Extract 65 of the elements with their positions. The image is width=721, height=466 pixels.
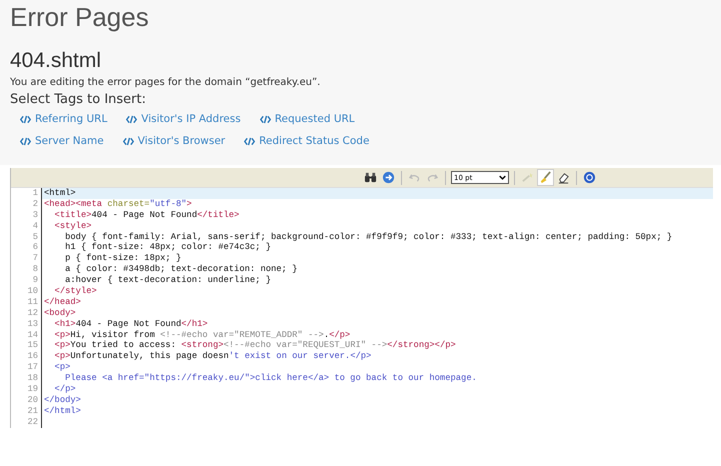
line-number: 10: [11, 286, 42, 297]
insert-tag-link[interactable]: Visitor's Browser: [122, 135, 226, 147]
code-icon: [122, 136, 134, 146]
code-line: </style>: [54, 286, 97, 297]
insert-tag-link[interactable]: Visitor's IP Address: [126, 113, 241, 125]
line-number: 13: [11, 318, 42, 330]
code-line: h1 { font-size: 48px; color: #e74c3c; }: [64, 242, 271, 254]
line-number: 4: [11, 220, 42, 232]
code-line: </head>: [43, 296, 81, 308]
line-number: 7: [11, 253, 42, 264]
code-line: <p>: [54, 362, 70, 374]
insert-tag-link[interactable]: Server Name: [20, 135, 104, 147]
code-line: <html>: [43, 188, 76, 199]
file-name: 404.shtml: [10, 49, 102, 73]
code-line: <body>: [43, 308, 76, 319]
code-icon: [20, 114, 31, 124]
line-number: 20: [11, 394, 42, 406]
line-number: 21: [11, 406, 42, 417]
brush-icon[interactable]: [538, 170, 553, 185]
line-number: 6: [11, 242, 42, 254]
code-line: </p>: [54, 384, 76, 395]
line-number: 18: [11, 373, 42, 384]
code-line: </body>: [43, 394, 81, 406]
line-number: 22: [11, 416, 42, 428]
code-line: Please <a href="https://freaky.eu/">click here</a> to go back to our homepage.: [64, 373, 477, 384]
line-number: 15: [11, 340, 42, 352]
code-line: a { color: #3498db; text-decoration: none; }: [64, 264, 298, 276]
tags-heading: Select Tags to Insert:: [10, 92, 147, 107]
line-number: 14: [11, 330, 42, 340]
code-line: <p>You tried to access: <strong><!--#echo var="REQUEST_URI" --></strong></p>: [54, 340, 456, 352]
code-icon: [260, 114, 271, 124]
code-line: <style>: [54, 220, 92, 232]
line-number: 3: [11, 210, 42, 221]
help-icon[interactable]: [582, 170, 597, 185]
insert-tag-link[interactable]: Requested URL: [260, 113, 355, 125]
code-line: <head><meta charset="utf-8">: [43, 198, 192, 210]
code-line: a:hover { text-decoration: underline; }: [64, 275, 271, 286]
code-editor[interactable]: [10, 168, 713, 428]
code-line: p { font-size: 18px; }: [64, 253, 182, 264]
code-line: <title>404 - Page Not Found</title>: [54, 210, 240, 221]
go-icon[interactable]: [381, 170, 396, 185]
line-number: 5: [11, 232, 42, 242]
caret-icon: [499, 175, 506, 180]
code-icon: [244, 136, 256, 146]
line-number: 8: [11, 264, 42, 276]
code-line: </html>: [43, 406, 81, 417]
line-number: 12: [11, 308, 42, 319]
line-number: 19: [11, 384, 42, 395]
code-line: <p>Unfortunately, this page doesn't exist on our server.</p>: [54, 351, 372, 362]
line-number: 1: [11, 188, 42, 199]
line-number: 11: [11, 296, 42, 308]
line-number: 9: [11, 275, 42, 286]
code-line: <p>Hi, visitor from <!--#echo var="REMOTE_ADDR" -->.</p>: [54, 330, 350, 340]
code-icon: [126, 114, 138, 124]
code-line: <h1>404 - Page Not Found</h1>: [54, 318, 208, 330]
description-text: You are editing the error pages for the domain “getfreaky.eu”.: [10, 77, 322, 88]
page-title: Error Pages: [10, 2, 150, 33]
insert-tag-link[interactable]: Redirect Status Code: [244, 135, 370, 147]
insert-tag-link[interactable]: Referring URL: [20, 113, 108, 125]
line-number: 2: [11, 198, 42, 210]
code-icon: [20, 136, 31, 146]
line-number: 16: [11, 351, 42, 362]
binoculars-icon[interactable]: [363, 170, 378, 185]
code-line: body { font-family: Arial, sans-serif; background-color: #f9f9f9; color: #333; text-align: center; padding: 50px; }: [64, 232, 672, 242]
line-number: 17: [11, 362, 42, 374]
